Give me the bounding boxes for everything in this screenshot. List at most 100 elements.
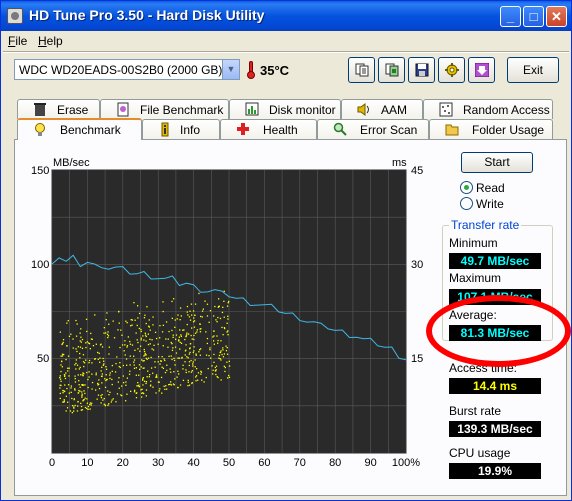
access-time-point <box>217 339 219 342</box>
tab-benchmark[interactable]: Benchmark <box>17 118 142 140</box>
access-time-point <box>195 353 197 355</box>
access-time-point <box>102 399 104 401</box>
minimum-value: 49.7 MB/sec <box>449 253 541 269</box>
access-time-point <box>136 324 138 327</box>
access-time-point <box>159 337 161 339</box>
access-time-point <box>177 314 179 316</box>
access-time-point <box>218 298 220 300</box>
menu-file[interactable]: File <box>8 34 27 48</box>
access-time-point <box>97 384 99 386</box>
access-time-point <box>86 341 88 343</box>
access-time-point <box>171 349 174 351</box>
access-time-point <box>213 315 215 317</box>
access-time-point <box>134 389 136 391</box>
save-button[interactable] <box>408 57 435 83</box>
access-time-point <box>213 340 215 342</box>
access-time-point <box>152 316 154 318</box>
chevron-down-icon[interactable]: ▼ <box>222 60 239 79</box>
access-time-point <box>66 387 68 390</box>
tab-aam[interactable]: AAM <box>341 99 423 119</box>
trash-icon <box>34 103 46 116</box>
access-time-point <box>216 321 218 323</box>
tab-erase[interactable]: Erase <box>17 99 100 119</box>
access-time-point <box>86 402 88 404</box>
access-time-point <box>155 392 157 394</box>
access-time-point <box>214 366 216 369</box>
file-benchmark-icon <box>117 102 129 117</box>
access-time-point <box>112 398 114 400</box>
access-time-point <box>122 364 124 367</box>
x-tick-label: 90 <box>364 457 376 469</box>
access-time-point <box>177 370 179 372</box>
copy-info-button[interactable] <box>348 57 375 83</box>
access-time-point <box>146 358 148 360</box>
access-time-point <box>161 356 163 358</box>
tab-error-scan[interactable]: Error Scan <box>317 119 429 139</box>
access-time-point <box>109 372 111 374</box>
access-time-point <box>209 349 211 351</box>
access-time-point <box>190 334 192 337</box>
tab-file-benchmark[interactable]: File Benchmark <box>100 99 229 119</box>
title-bar[interactable]: HD Tune Pro 3.50 - Hard Disk Utility _ □… <box>1 1 571 31</box>
access-time-point <box>174 326 176 328</box>
access-time-point <box>64 374 66 376</box>
access-time-point <box>194 303 197 305</box>
access-time-point <box>173 359 176 362</box>
copy-screenshot-button[interactable] <box>378 57 405 83</box>
download-button[interactable] <box>468 57 495 83</box>
access-time-point <box>205 354 208 356</box>
access-time-point <box>84 397 86 399</box>
access-time-point <box>67 320 69 322</box>
access-time-point <box>64 390 66 393</box>
access-time-point <box>99 357 101 359</box>
access-time-point <box>95 374 97 376</box>
access-time-point <box>117 381 119 383</box>
access-time-point <box>128 373 131 375</box>
access-time-point <box>201 310 204 312</box>
read-radio[interactable] <box>460 181 473 194</box>
access-time-point <box>101 366 103 368</box>
access-time-point <box>84 384 86 386</box>
access-time-point <box>189 347 191 349</box>
exit-button[interactable]: Exit <box>507 57 559 83</box>
speaker-icon <box>357 103 369 116</box>
tab-random-access[interactable]: Random Access <box>423 99 553 119</box>
tab-info[interactable]: Info <box>142 119 220 139</box>
menu-help[interactable]: Help <box>38 34 63 48</box>
access-time-point <box>144 334 147 336</box>
access-time-point <box>192 361 194 363</box>
tab-disk-monitor[interactable]: Disk monitor <box>229 99 341 119</box>
drive-select[interactable]: WDC WD20EADS-00S2B0 (2000 GB) ▼ <box>14 59 240 80</box>
access-time-point <box>186 323 188 326</box>
access-time-point <box>173 298 175 300</box>
access-time-point <box>195 354 197 356</box>
access-time-point <box>126 346 128 348</box>
access-time-point <box>213 353 215 356</box>
start-button[interactable]: Start <box>461 152 533 173</box>
write-radio[interactable] <box>460 197 473 210</box>
access-time-point <box>77 401 79 403</box>
access-time-point <box>101 346 104 348</box>
tab-health[interactable]: Health <box>220 119 317 139</box>
access-time-point <box>172 347 174 349</box>
close-button[interactable]: ✕ <box>546 6 567 27</box>
access-time-point <box>138 327 140 330</box>
access-time-point <box>77 405 79 407</box>
minimize-button[interactable]: _ <box>500 6 521 27</box>
access-time-point <box>211 365 213 367</box>
tab-folder-usage[interactable]: Folder Usage <box>429 119 553 139</box>
access-time-point <box>193 326 196 328</box>
access-time-point <box>63 400 65 402</box>
options-button[interactable] <box>438 57 465 83</box>
access-time-point <box>119 362 121 364</box>
access-time-point <box>67 367 69 369</box>
access-time-point <box>221 353 223 356</box>
access-time-point <box>107 331 109 333</box>
access-time-point <box>59 376 61 379</box>
access-time-point <box>133 355 135 357</box>
maximize-button[interactable]: □ <box>523 6 544 27</box>
access-time-point <box>207 367 209 370</box>
access-time-point <box>226 361 228 363</box>
access-time-point <box>172 336 174 338</box>
access-time-point <box>188 361 191 363</box>
